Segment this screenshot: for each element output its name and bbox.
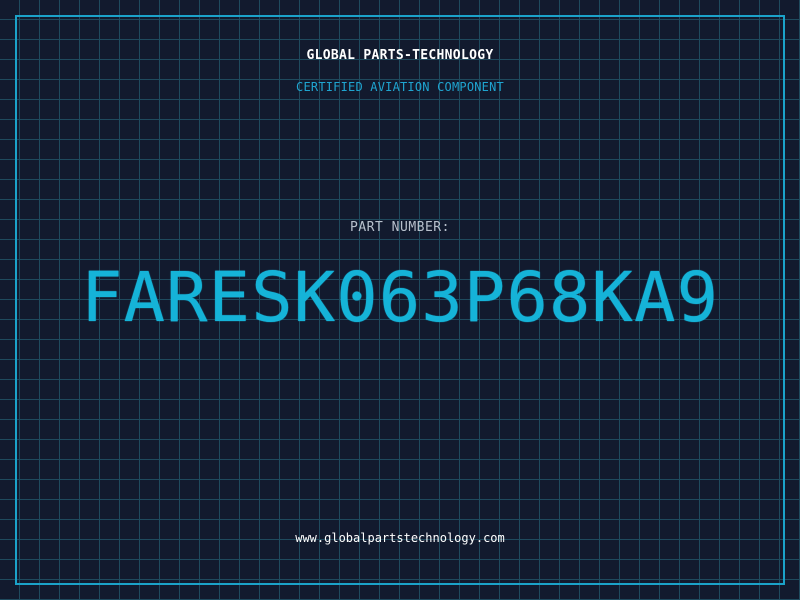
website-url: www.globalpartstechnology.com: [295, 531, 505, 545]
part-number-value: FARESK063P68KA9: [80, 258, 720, 338]
certification-subtitle: CERTIFIED AVIATION COMPONENT: [296, 80, 504, 94]
part-number-label: PART NUMBER:: [350, 220, 450, 235]
company-name: GLOBAL PARTS-TECHNOLOGY: [306, 48, 494, 63]
